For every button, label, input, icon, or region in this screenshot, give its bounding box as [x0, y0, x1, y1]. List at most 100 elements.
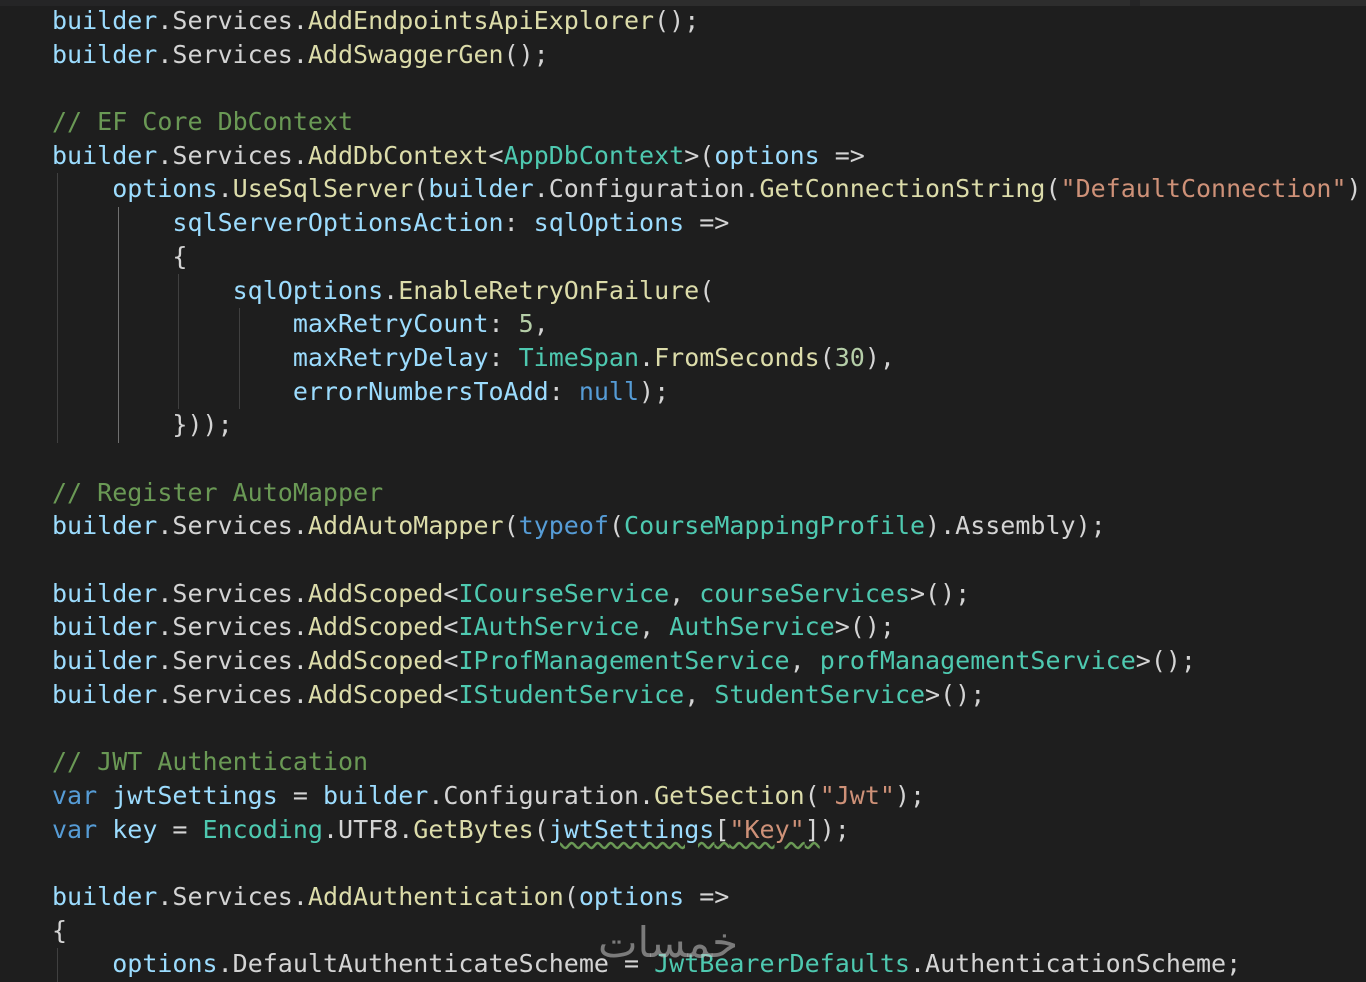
- code-token: CourseMappingProfile: [624, 511, 926, 541]
- code-token: (: [563, 881, 579, 911]
- code-token: =: [608, 949, 655, 979]
- code-line[interactable]: var key = Encoding.UTF8.GetBytes(jwtSett…: [52, 813, 1362, 847]
- code-token: .: [292, 511, 308, 541]
- code-token: builder: [52, 881, 158, 911]
- code-token: (: [608, 511, 625, 541]
- code-line[interactable]: maxRetryDelay: TimeSpan.FromSeconds(30),: [52, 341, 1362, 375]
- code-lines[interactable]: builder.Services.AddEndpointsApiExplorer…: [52, 4, 1362, 981]
- code-token: :: [548, 376, 579, 406]
- code-token: errorNumbersToAdd: [292, 376, 549, 406]
- code-line[interactable]: builder.Services.AddAuthentication(optio…: [52, 880, 1362, 914]
- code-editor[interactable]: builder.Services.AddEndpointsApiExplorer…: [0, 0, 1366, 982]
- code-token: ();: [503, 39, 549, 69]
- code-token: >();: [1135, 646, 1196, 676]
- code-token: AddAuthentication: [307, 881, 564, 911]
- code-token: "Jwt": [819, 780, 895, 810]
- code-token: .: [533, 174, 549, 204]
- code-token: .: [157, 140, 173, 170]
- code-line[interactable]: builder.Services.AddScoped<IProfManageme…: [52, 644, 1362, 678]
- code-token: (: [699, 275, 715, 305]
- code-token: =: [157, 814, 203, 844]
- code-token: >();: [925, 679, 986, 709]
- code-line[interactable]: maxRetryCount: 5,: [52, 307, 1362, 341]
- code-line[interactable]: builder.Services.AddScoped<IAuthService,…: [52, 610, 1362, 644]
- code-line[interactable]: errorNumbersToAdd: null);: [52, 375, 1362, 409]
- code-token: Services: [172, 646, 293, 676]
- code-line[interactable]: [52, 846, 1362, 880]
- code-token: }));: [52, 410, 233, 440]
- code-line[interactable]: [52, 71, 1362, 105]
- code-token: .: [292, 578, 308, 608]
- code-token: ICourseService: [458, 578, 670, 608]
- code-token: <: [443, 612, 459, 642]
- code-line[interactable]: // EF Core DbContext: [52, 105, 1362, 139]
- code-token: builder: [52, 578, 158, 608]
- code-line[interactable]: builder.Services.AddScoped<ICourseServic…: [52, 577, 1362, 611]
- code-token: StudentService: [714, 679, 926, 709]
- code-line[interactable]: }));: [52, 408, 1362, 442]
- code-token: AuthService: [669, 612, 835, 642]
- code-token: typeof: [518, 511, 609, 541]
- code-token: ,: [684, 679, 715, 709]
- code-token: .: [639, 342, 655, 372]
- code-token: // JWT Authentication: [52, 747, 369, 777]
- code-line[interactable]: builder.Services.AddSwaggerGen();: [52, 38, 1362, 72]
- code-token: .: [292, 612, 308, 642]
- code-token: (: [413, 174, 429, 204]
- code-line[interactable]: builder.Services.AddEndpointsApiExplorer…: [52, 4, 1362, 38]
- code-token: EnableRetryOnFailure: [398, 275, 700, 305]
- code-token: Encoding: [202, 814, 323, 844]
- code-token: IProfManagementService: [458, 646, 790, 676]
- code-token: JwtBearerDefaults: [654, 949, 910, 979]
- code-line[interactable]: [52, 543, 1362, 577]
- code-token: AddScoped: [307, 578, 444, 608]
- code-token: {: [52, 915, 68, 945]
- code-token: ,: [639, 612, 670, 642]
- code-line[interactable]: [52, 442, 1362, 476]
- code-token: GetConnectionString: [759, 174, 1046, 204]
- code-line[interactable]: {: [52, 914, 1362, 948]
- code-token: DefaultAuthenticateScheme: [232, 949, 609, 979]
- code-line[interactable]: builder.Services.AddScoped<IStudentServi…: [52, 678, 1362, 712]
- code-token: builder: [428, 174, 534, 204]
- code-line[interactable]: var jwtSettings = builder.Configuration.…: [52, 779, 1362, 813]
- code-line[interactable]: // JWT Authentication: [52, 745, 1362, 779]
- code-line[interactable]: options.UseSqlServer(builder.Configurati…: [52, 172, 1361, 206]
- code-token: var: [52, 814, 98, 844]
- code-token: profManagementService: [819, 646, 1136, 676]
- code-line[interactable]: [52, 711, 1362, 745]
- code-token: AddScoped: [307, 612, 444, 642]
- code-token: IAuthService: [458, 612, 640, 642]
- code-line[interactable]: builder.Services.AddAutoMapper(typeof(Co…: [52, 509, 1362, 543]
- code-token: sqlOptions: [533, 208, 685, 238]
- code-token: FromSeconds: [654, 342, 820, 372]
- code-token: .: [292, 679, 308, 709]
- code-line[interactable]: options. DefaultAuthenticateScheme = JwtB…: [52, 947, 1362, 981]
- code-token: Services: [172, 6, 293, 35]
- code-token: <: [443, 578, 459, 608]
- code-token: Services: [172, 140, 293, 170]
- code-line[interactable]: sqlOptions.EnableRetryOnFailure(: [52, 274, 1362, 308]
- code-token: maxRetryDelay: [292, 342, 489, 372]
- code-token: AddScoped: [307, 679, 444, 709]
- code-token: .: [217, 174, 233, 204]
- code-line[interactable]: builder.Services.AddDbContext<AppDbConte…: [52, 139, 1362, 173]
- code-line[interactable]: // Register AutoMapper: [52, 476, 1362, 510]
- code-token: options: [112, 949, 218, 979]
- code-token: .: [909, 949, 926, 979]
- code-token: );: [894, 780, 926, 810]
- code-token: builder: [52, 679, 158, 709]
- code-line[interactable]: {: [52, 240, 1362, 274]
- code-token: =>: [684, 881, 730, 911]
- code-token: );: [1075, 511, 1106, 541]
- code-line[interactable]: sqlServerOptionsAction: sqlOptions =>: [52, 206, 1362, 240]
- code-token: 30: [834, 342, 865, 372]
- code-token: (: [533, 814, 549, 844]
- code-token: ();: [654, 6, 700, 35]
- code-token: AppDbContext: [503, 140, 685, 170]
